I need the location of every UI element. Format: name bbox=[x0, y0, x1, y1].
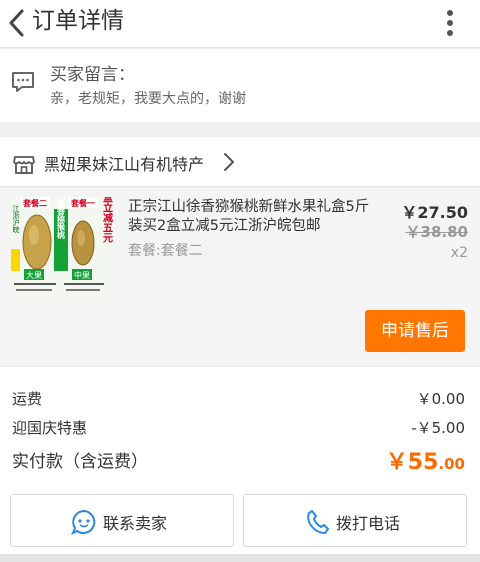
thumb-mid-label: 中果 bbox=[74, 270, 90, 280]
thumb-big-label: 大果 bbox=[26, 270, 42, 280]
back-chevron-icon[interactable] bbox=[4, 6, 32, 40]
chevron-right-icon[interactable] bbox=[222, 151, 236, 177]
item-quantity: x2 bbox=[450, 245, 468, 261]
total-value: ￥55.00 bbox=[386, 444, 465, 476]
phone-icon bbox=[306, 509, 330, 539]
shop-name[interactable]: 黑妞果妹江山有机特产 bbox=[44, 151, 204, 175]
contact-seller-button[interactable]: 联系卖家 bbox=[10, 494, 234, 547]
discount-label: 迎国庆特惠 bbox=[12, 419, 88, 437]
message-icon bbox=[10, 70, 36, 98]
chat-bubble-icon bbox=[71, 509, 97, 539]
page-title: 订单详情 bbox=[32, 8, 124, 34]
total-currency: ￥ bbox=[385, 450, 408, 475]
thumb-side-left: 江浙沪皖 bbox=[12, 205, 20, 234]
item-title[interactable]: 正宗江山徐香猕猴桃新鲜水果礼盒5斤装买2盒立减5元江浙沪皖包邮 bbox=[128, 198, 378, 236]
thumb-center-text: 徐香猕猴桃 bbox=[56, 198, 66, 240]
item-original-price: ￥38.80 bbox=[405, 223, 468, 241]
buyer-message-label: 买家留言： bbox=[50, 65, 135, 85]
thumb-tag-left: 套餐二 bbox=[22, 198, 47, 208]
item-price: ￥27.50 bbox=[401, 203, 468, 222]
call-phone-button[interactable]: 拨打电话 bbox=[243, 494, 467, 547]
total-decimal: .00 bbox=[438, 455, 465, 473]
bottom-spacer bbox=[0, 554, 480, 562]
more-vertical-icon[interactable] bbox=[438, 6, 462, 40]
discount-value: -￥5.00 bbox=[411, 419, 465, 437]
call-phone-label: 拨打电话 bbox=[336, 514, 401, 533]
shipping-label: 运费 bbox=[12, 390, 43, 408]
after-sale-button[interactable]: 申请售后 bbox=[365, 310, 465, 352]
total-integer: 55 bbox=[407, 450, 439, 475]
total-label: 实付款（含运费） bbox=[12, 452, 148, 472]
shipping-value: ￥0.00 bbox=[416, 390, 465, 408]
thumb-tag-right: 套餐一 bbox=[70, 198, 95, 208]
product-thumbnail[interactable]: 套餐二 套餐一 江浙沪皖 徐香猕猴桃 买2盒立减五元 大果 中果 bbox=[10, 197, 114, 301]
shop-icon bbox=[12, 153, 36, 179]
buyer-message-text: 亲，老规矩，我要大点的，谢谢 bbox=[50, 91, 246, 107]
item-spec: 套餐:套餐二 bbox=[128, 243, 203, 259]
contact-seller-label: 联系卖家 bbox=[103, 514, 168, 533]
